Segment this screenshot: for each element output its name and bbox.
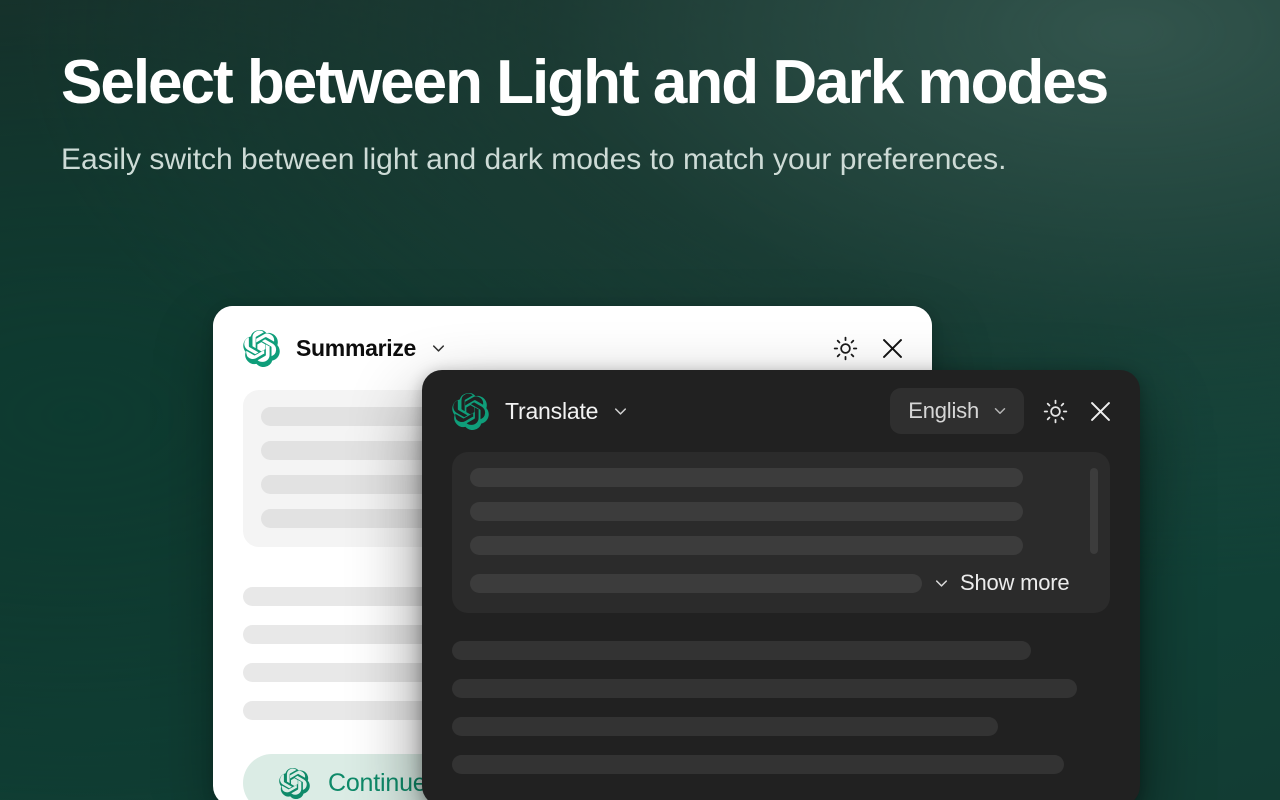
skeleton-line — [470, 573, 922, 593]
show-more-button[interactable]: Show more — [932, 570, 1070, 596]
dark-window-sun-icon[interactable] — [1043, 399, 1068, 424]
dark-window-title-chevron-down-icon[interactable] — [611, 402, 630, 421]
skeleton-line — [452, 641, 1032, 660]
dark-window-header: Translate English — [422, 370, 1140, 452]
skeleton-line — [470, 536, 1023, 555]
dark-window-title: Translate — [505, 397, 599, 424]
skeleton-line — [470, 468, 1023, 487]
dark-mode-window: Translate English Show more — [422, 370, 1140, 800]
dark-translation-card: Show more — [452, 452, 1110, 613]
skeleton-line — [452, 755, 1064, 774]
language-selector-value: English — [908, 398, 979, 423]
hero-section: Select between Light and Dark modes Easi… — [61, 52, 1221, 183]
dark-card-last-row: Show more — [470, 570, 1098, 596]
language-selector-chevron-down-icon — [991, 402, 1009, 420]
skeleton-line — [452, 717, 999, 736]
language-selector[interactable]: English — [890, 388, 1024, 434]
skeleton-line — [470, 502, 1023, 521]
light-window-close-icon[interactable] — [879, 335, 906, 362]
light-window-sun-icon[interactable] — [833, 336, 858, 361]
page-title: Select between Light and Dark modes — [61, 48, 1109, 117]
dark-window-body: Show more — [422, 452, 1140, 800]
show-more-chevron-down-icon — [932, 574, 951, 593]
skeleton-line — [452, 679, 1078, 698]
dark-card-skeletons: Show more — [470, 468, 1098, 596]
light-window-actions — [833, 335, 906, 362]
openai-logo-icon — [452, 392, 489, 430]
openai-logo-icon — [243, 329, 280, 367]
page-subtitle: Easily switch between light and dark mod… — [61, 143, 1007, 176]
continue-button-label: Continue — [328, 768, 427, 797]
openai-logo-icon — [279, 767, 310, 799]
light-window-title-chevron-down-icon[interactable] — [429, 339, 448, 358]
dark-content-skeletons — [452, 641, 1110, 774]
show-more-label: Show more — [960, 570, 1070, 595]
dark-window-close-icon[interactable] — [1087, 398, 1114, 425]
dark-window-actions: English — [890, 388, 1114, 434]
light-window-title: Summarize — [296, 334, 417, 361]
vertical-scrollbar[interactable] — [1090, 468, 1098, 554]
